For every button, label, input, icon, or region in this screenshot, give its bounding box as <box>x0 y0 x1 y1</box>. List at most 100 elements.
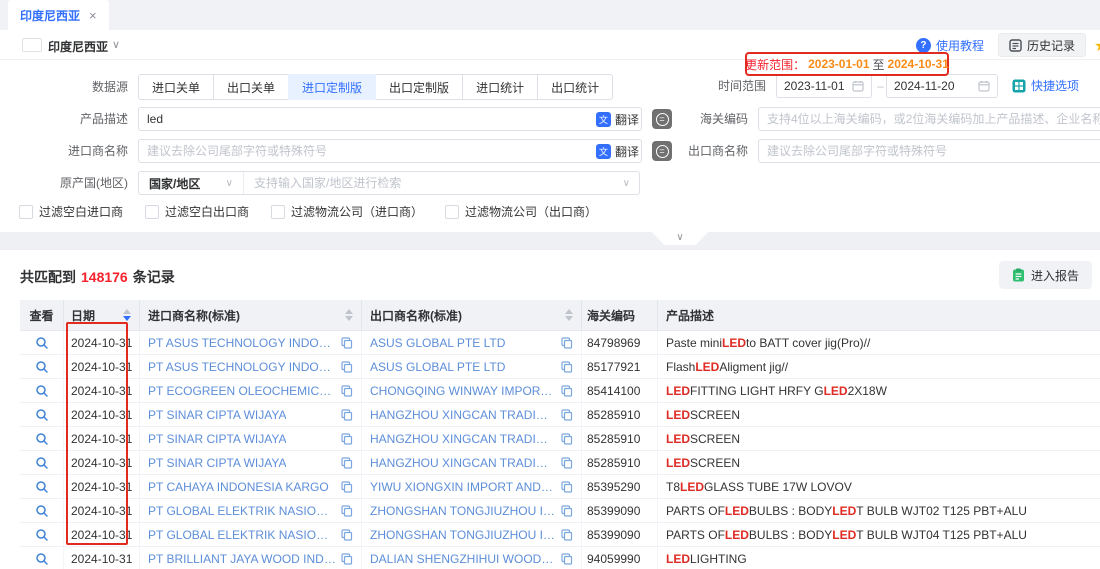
data-source-tab-进口关单[interactable]: 进口关单 <box>138 74 214 100</box>
close-icon[interactable]: × <box>89 8 97 23</box>
desc-text: LIGHTING <box>690 552 747 566</box>
exporter-link[interactable]: CHONGQING WINWAY IMPORT AND E... <box>370 384 556 398</box>
translate-button[interactable]: 文 翻译 <box>596 107 639 131</box>
search-magnifier-icon[interactable] <box>35 384 49 398</box>
search-magnifier-icon[interactable] <box>35 408 49 422</box>
filter-checkbox-item[interactable]: 过滤空白出口商 <box>145 203 249 220</box>
sort-caret-icon[interactable] <box>559 309 573 321</box>
importer-link[interactable]: PT ASUS TECHNOLOGY INDONESIA BA... <box>148 360 336 374</box>
importer-link[interactable]: PT GLOBAL ELEKTRIK NASIONAL <box>148 504 336 518</box>
data-source-tab-进口统计[interactable]: 进口统计 <box>462 74 538 100</box>
country-name[interactable]: 印度尼西亚 <box>48 38 108 55</box>
importer-link[interactable]: PT ASUS TECHNOLOGY INDONESIA BA... <box>148 336 336 350</box>
data-source-tabs: 进口关单出口关单进口定制版出口定制版进口统计出口统计 <box>138 74 613 100</box>
chevron-down-icon[interactable]: ∨ <box>623 178 639 189</box>
copy-icon[interactable] <box>556 433 573 445</box>
copy-icon[interactable] <box>556 337 573 349</box>
search-magnifier-icon[interactable] <box>35 528 49 542</box>
date-cell: 2024-10-31 <box>64 403 140 426</box>
copy-icon[interactable] <box>336 457 353 469</box>
product-desc-input[interactable] <box>138 107 642 131</box>
exporter-link[interactable]: HANGZHOU XINGCAN TRADING CO LTD <box>370 456 556 470</box>
copy-icon[interactable] <box>556 457 573 469</box>
copy-icon[interactable] <box>556 409 573 421</box>
column-header-importer[interactable]: 进口商名称(标准) <box>140 300 362 330</box>
search-magnifier-icon[interactable] <box>35 360 49 374</box>
copy-icon[interactable] <box>336 337 353 349</box>
copy-icon[interactable] <box>556 553 573 565</box>
filter-checkboxes: 过滤空白进口商 过滤空白出口商 过滤物流公司（进口商） 过滤物流公司（出口商） <box>19 203 597 220</box>
data-source-tab-出口关单[interactable]: 出口关单 <box>213 74 289 100</box>
copy-icon[interactable] <box>556 385 573 397</box>
highlighted-keyword: LED <box>725 504 749 518</box>
copy-icon[interactable] <box>336 361 353 373</box>
importer-link[interactable]: PT ECOGREEN OLEOCHEMICALS <box>148 384 336 398</box>
product-desc-cell: LED SCREEN <box>658 403 1100 426</box>
exporter-name-label: 出口商名称 <box>638 139 748 163</box>
results-table: 查看日期进口商名称(标准)出口商名称(标准)海关编码产品描述 2024-10-3… <box>20 300 1100 569</box>
history-button[interactable]: 历史记录 <box>998 33 1086 57</box>
importer-link[interactable]: PT SINAR CIPTA WIJAYA <box>148 456 286 470</box>
checkbox-icon[interactable] <box>445 205 459 219</box>
checkbox-icon[interactable] <box>145 205 159 219</box>
data-source-tab-出口统计[interactable]: 出口统计 <box>537 74 613 100</box>
sort-caret-icon[interactable] <box>117 309 131 321</box>
tab-indonesia[interactable]: 印度尼西亚 × <box>8 0 109 30</box>
copy-icon[interactable] <box>556 361 573 373</box>
search-magnifier-icon[interactable] <box>35 480 49 494</box>
exporter-name-input[interactable] <box>758 139 1100 163</box>
origin-country-select[interactable]: 国家/地区 ∨ <box>139 172 244 194</box>
translate-button[interactable]: 文 翻译 <box>596 139 639 163</box>
end-date-input[interactable]: 2024-11-20 <box>886 74 998 98</box>
importer-link[interactable]: PT GLOBAL ELEKTRIK NASIONAL <box>148 528 336 542</box>
copy-icon[interactable] <box>556 529 573 541</box>
search-magnifier-icon[interactable] <box>35 504 49 518</box>
search-magnifier-icon[interactable] <box>35 456 49 470</box>
exporter-link[interactable]: HANGZHOU XINGCAN TRADING CO LTD <box>370 408 556 422</box>
exporter-link[interactable]: YIWU XIONGXIN IMPORT AND EXPORT... <box>370 480 556 494</box>
data-source-tab-进口定制版[interactable]: 进口定制版 <box>288 74 376 100</box>
filter-checkbox-item[interactable]: 过滤物流公司（出口商） <box>445 203 597 220</box>
data-source-tab-出口定制版[interactable]: 出口定制版 <box>375 74 463 100</box>
tutorial-link[interactable]: ? 使用教程 <box>916 37 984 54</box>
sort-caret-icon[interactable] <box>339 309 353 321</box>
start-date-input[interactable]: 2023-11-01 <box>776 74 872 98</box>
column-header-exporter[interactable]: 出口商名称(标准) <box>362 300 582 330</box>
importer-link[interactable]: PT BRILLIANT JAYA WOOD INDUSTRY <box>148 552 336 566</box>
importer-link[interactable]: PT SINAR CIPTA WIJAYA <box>148 408 286 422</box>
desc-text: SCREEN <box>690 456 740 470</box>
copy-icon[interactable] <box>556 505 573 517</box>
importer-link[interactable]: PT SINAR CIPTA WIJAYA <box>148 432 286 446</box>
filter-checkbox-item[interactable]: 过滤物流公司（进口商） <box>271 203 423 220</box>
chevron-down-icon[interactable]: ∨ <box>112 38 120 51</box>
exporter-link[interactable]: ASUS GLOBAL PTE LTD <box>370 336 505 350</box>
copy-icon[interactable] <box>336 481 353 493</box>
filter-checkbox-item[interactable]: 过滤空白进口商 <box>19 203 123 220</box>
exporter-link[interactable]: ASUS GLOBAL PTE LTD <box>370 360 505 374</box>
favorite-star-icon[interactable]: ★ <box>1094 36 1100 56</box>
copy-icon[interactable] <box>336 385 353 397</box>
checkbox-icon[interactable] <box>271 205 285 219</box>
search-magnifier-icon[interactable] <box>35 336 49 350</box>
exporter-link[interactable]: DALIAN SHENGZHIHUI WOOD INDUST... <box>370 552 556 566</box>
origin-country-input[interactable] <box>244 176 623 190</box>
copy-icon[interactable] <box>336 529 353 541</box>
hs-code-input[interactable] <box>758 107 1100 131</box>
exporter-link[interactable]: HANGZHOU XINGCAN TRADING CO LTD <box>370 432 556 446</box>
copy-icon[interactable] <box>336 553 353 565</box>
column-header-date[interactable]: 日期 <box>64 300 140 330</box>
search-magnifier-icon[interactable] <box>35 432 49 446</box>
copy-icon[interactable] <box>336 409 353 421</box>
copy-icon[interactable] <box>336 505 353 517</box>
enter-report-button[interactable]: 进入报告 <box>999 261 1092 289</box>
copy-icon[interactable] <box>336 433 353 445</box>
importer-name-input[interactable] <box>138 139 642 163</box>
desc-text: FITTING LIGHT HRFY G <box>690 384 824 398</box>
exporter-link[interactable]: ZHONGSHAN TONGJIUZHOU INTERNA... <box>370 528 556 542</box>
copy-icon[interactable] <box>556 481 573 493</box>
quick-options[interactable]: 快捷选项 <box>1012 74 1079 98</box>
checkbox-icon[interactable] <box>19 205 33 219</box>
exporter-link[interactable]: ZHONGSHAN TONGJIUZHOU INTERNA... <box>370 504 556 518</box>
importer-link[interactable]: PT CAHAYA INDONESIA KARGO <box>148 480 329 494</box>
search-magnifier-icon[interactable] <box>35 552 49 566</box>
